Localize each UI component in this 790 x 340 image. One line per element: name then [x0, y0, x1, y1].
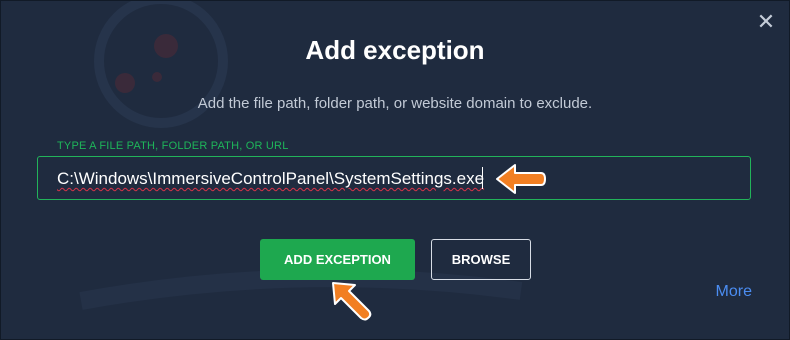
arrow-pointer-icon	[332, 282, 372, 321]
text-caret	[482, 167, 483, 189]
add-exception-button[interactable]: ADD EXCEPTION	[260, 239, 415, 280]
path-input-value: C:\Windows\ImmersiveControlPanel\SystemS…	[57, 169, 485, 188]
add-exception-dialog: ✕ Add exception Add the file path, folde…	[0, 0, 790, 340]
browse-button[interactable]: BROWSE	[431, 239, 531, 280]
more-link[interactable]: More	[716, 283, 752, 301]
path-field-label: TYPE A FILE PATH, FOLDER PATH, OR URL	[57, 140, 289, 152]
dialog-subtitle: Add the file path, folder path, or websi…	[197, 95, 593, 112]
close-icon[interactable]: ✕	[755, 11, 777, 33]
dialog-title: Add exception	[305, 35, 485, 65]
